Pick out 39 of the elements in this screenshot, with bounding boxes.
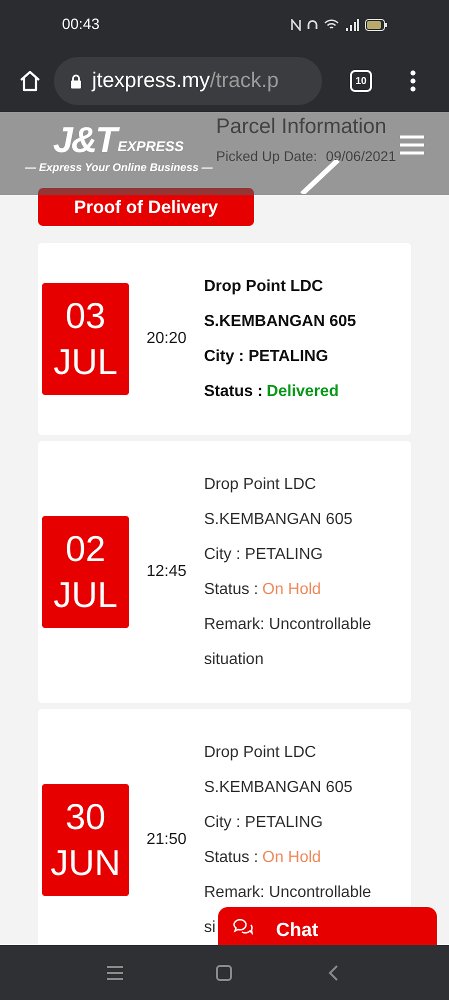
remark-text: situation: [204, 650, 264, 670]
picked-up-label: Picked Up Date:: [216, 146, 318, 166]
url-text: jtexpress.my/track.p: [92, 68, 279, 94]
date-month: JUL: [53, 340, 118, 384]
location-text: S.KEMBANGAN 605: [204, 778, 352, 798]
status-label: Status :: [204, 382, 263, 402]
address-bar[interactable]: jtexpress.my/track.p: [54, 57, 322, 105]
event-time: 12:45: [145, 562, 188, 582]
location-text: S.KEMBANGAN 605: [204, 312, 356, 332]
status-label: Status :: [204, 580, 258, 600]
remark-text: Remark: Uncontrollable: [204, 883, 372, 903]
chat-button[interactable]: Chat: [218, 907, 437, 945]
location-text: Drop Point LDC: [204, 475, 316, 495]
location-text: Drop Point LDC: [204, 277, 324, 297]
city-text: City : PETALING: [204, 813, 323, 833]
status-value: On Hold: [262, 848, 321, 868]
date-month: JUL: [53, 573, 118, 617]
status-value: On Hold: [262, 580, 321, 600]
date-month: JUN: [50, 841, 120, 885]
section-title: Parcel Information: [216, 114, 386, 140]
location-text: Drop Point LDC: [204, 743, 316, 763]
city-text: City : PETALING: [204, 545, 323, 565]
status-time: 00:43: [62, 14, 100, 35]
event-time: 20:20: [145, 329, 188, 349]
remark-text: Remark: Uncontrollable: [204, 615, 372, 635]
tab-count-button[interactable]: 10: [350, 70, 372, 92]
logo-subtext: EXPRESS: [118, 138, 184, 154]
remark-text: si: [204, 918, 216, 938]
date-day: 02: [65, 526, 106, 572]
location-text: S.KEMBANGAN 605: [204, 510, 352, 530]
date-day: 30: [65, 794, 106, 840]
picked-up-date: 09/06/2021: [326, 146, 396, 166]
logo-tagline: — Express Your Online Business —: [25, 161, 213, 176]
status-label: Status :: [204, 848, 258, 868]
city-text: City : PETALING: [204, 347, 328, 367]
proof-of-delivery-button[interactable]: Proof of Delivery: [38, 188, 254, 226]
date-day: 03: [65, 293, 106, 339]
status-value: Delivered: [266, 382, 339, 402]
event-time: 21:50: [145, 830, 188, 850]
